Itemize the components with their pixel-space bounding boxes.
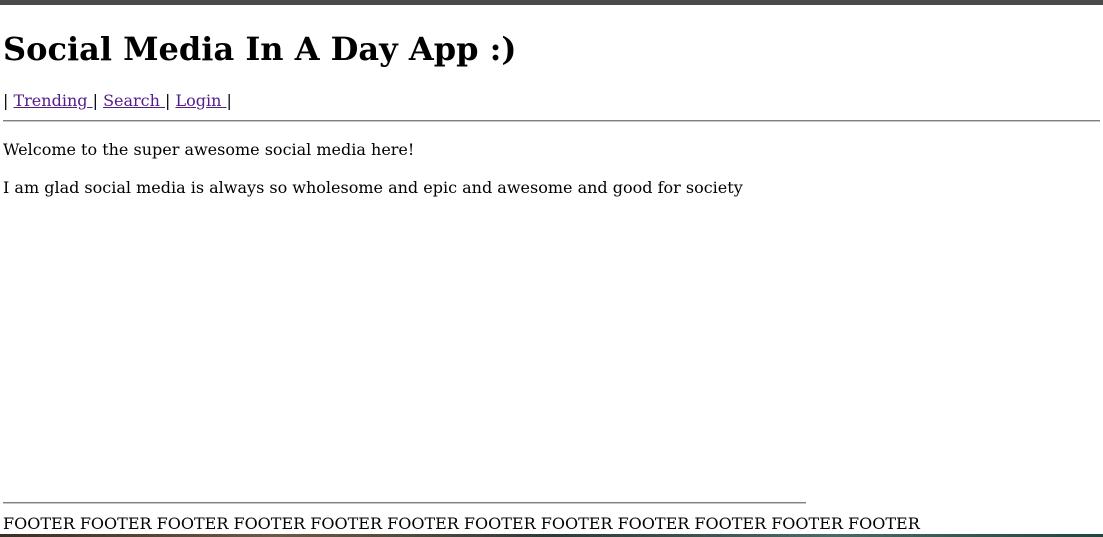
nav-bar: | Trending | Search | Login | (3, 91, 1100, 111)
nav-link-trending[interactable]: Trending (13, 91, 92, 110)
page-title: Social Media In A Day App :) (3, 30, 517, 68)
nav-separator: | (165, 91, 176, 110)
message-text: I am glad social media is always so whol… (3, 178, 743, 197)
nav-link-search[interactable]: Search (103, 91, 165, 110)
nav-separator: | (226, 91, 232, 110)
welcome-text: Welcome to the super awesome social medi… (3, 140, 415, 159)
nav-separator: | (92, 91, 104, 110)
nav-divider (3, 120, 1100, 122)
nav-link-login[interactable]: Login (176, 91, 227, 110)
page-content: Social Media In A Day App :) | Trending … (3, 5, 1100, 198)
nav-separator: | (3, 91, 14, 110)
footer-divider (3, 502, 806, 504)
footer-text: FOOTER FOOTER FOOTER FOOTER FOOTER FOOTE… (3, 514, 920, 533)
